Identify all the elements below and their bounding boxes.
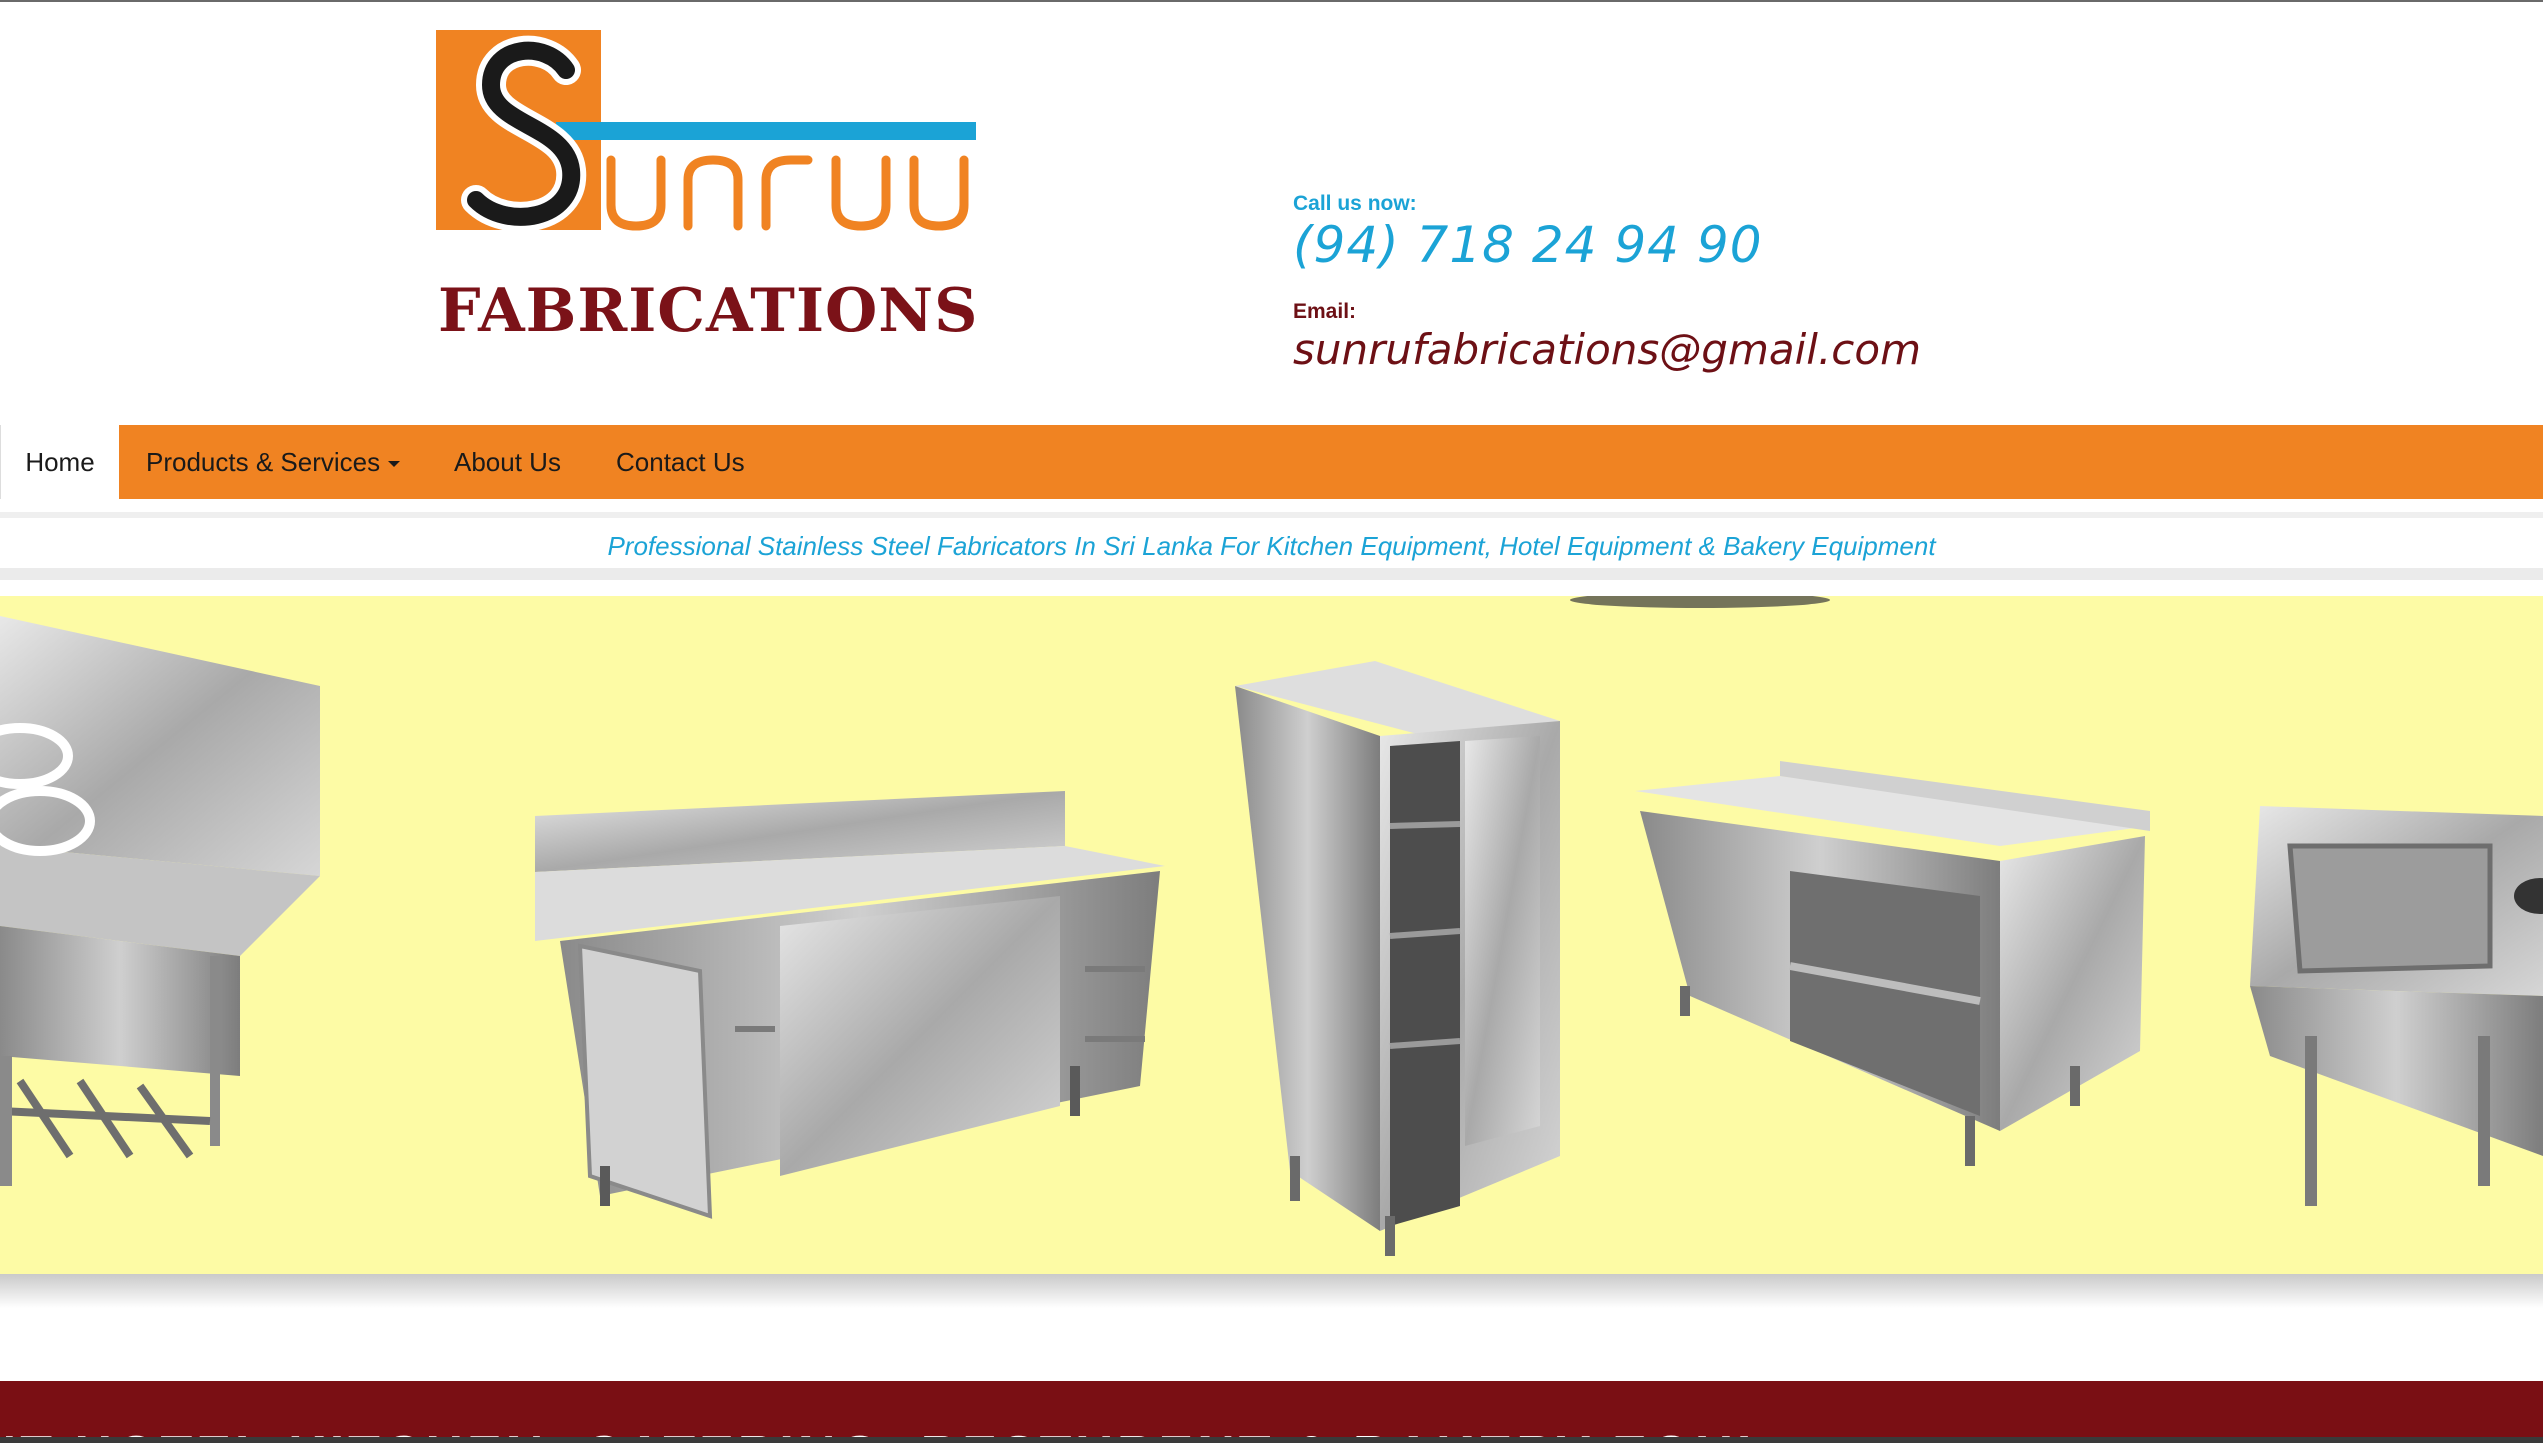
- logo-wordmark: FABRICATIONS: [438, 276, 979, 346]
- email-label: Email:: [1293, 300, 1357, 323]
- banner-shadow: [0, 1274, 2543, 1308]
- hero-banner[interactable]: [0, 596, 2543, 1274]
- call-label: Call us now:: [1293, 192, 1417, 215]
- services-strip: ENT HOTEL KITCHEN, CATERING, RESTURENT &…: [0, 1381, 2543, 1443]
- contact-block: Call us now: (94) 718 24 94 90 Email: su…: [1293, 192, 1993, 376]
- nav-products-services[interactable]: Products & Services: [146, 425, 401, 499]
- nav-products-label: Products & Services: [146, 447, 381, 477]
- bottom-edge: [0, 1437, 2543, 1443]
- banner-illustration: [0, 596, 2543, 1256]
- nav-about-label: About Us: [454, 447, 561, 477]
- phone-number[interactable]: (94) 718 24 94 90: [1293, 216, 1993, 274]
- product-open-cabinet: [1635, 761, 2150, 1166]
- email-address[interactable]: sunrufabrications@gmail.com: [1293, 324, 1993, 376]
- product-sink-unit: [2250, 806, 2543, 1206]
- site-header: FABRICATIONS Call us now: (94) 718 24 94…: [0, 2, 2543, 425]
- product-tall-cabinet: [1235, 661, 1560, 1256]
- nav-home-label: Home: [25, 447, 95, 477]
- product-stove-counter: [0, 616, 320, 1186]
- caret-down-icon: [388, 461, 401, 468]
- main-nav: Home Products & Services About Us Contac…: [0, 425, 2543, 499]
- product-sliding-cabinet: [535, 791, 1165, 1219]
- nav-home[interactable]: Home: [0, 425, 119, 499]
- tagline: Professional Stainless Steel Fabricators…: [607, 531, 1936, 561]
- nav-about-us[interactable]: About Us: [454, 425, 561, 499]
- logo-mark-icon: [436, 30, 976, 232]
- nav-contact-us[interactable]: Contact Us: [616, 425, 745, 499]
- nav-contact-label: Contact Us: [616, 447, 745, 477]
- site-logo[interactable]: FABRICATIONS: [436, 30, 979, 350]
